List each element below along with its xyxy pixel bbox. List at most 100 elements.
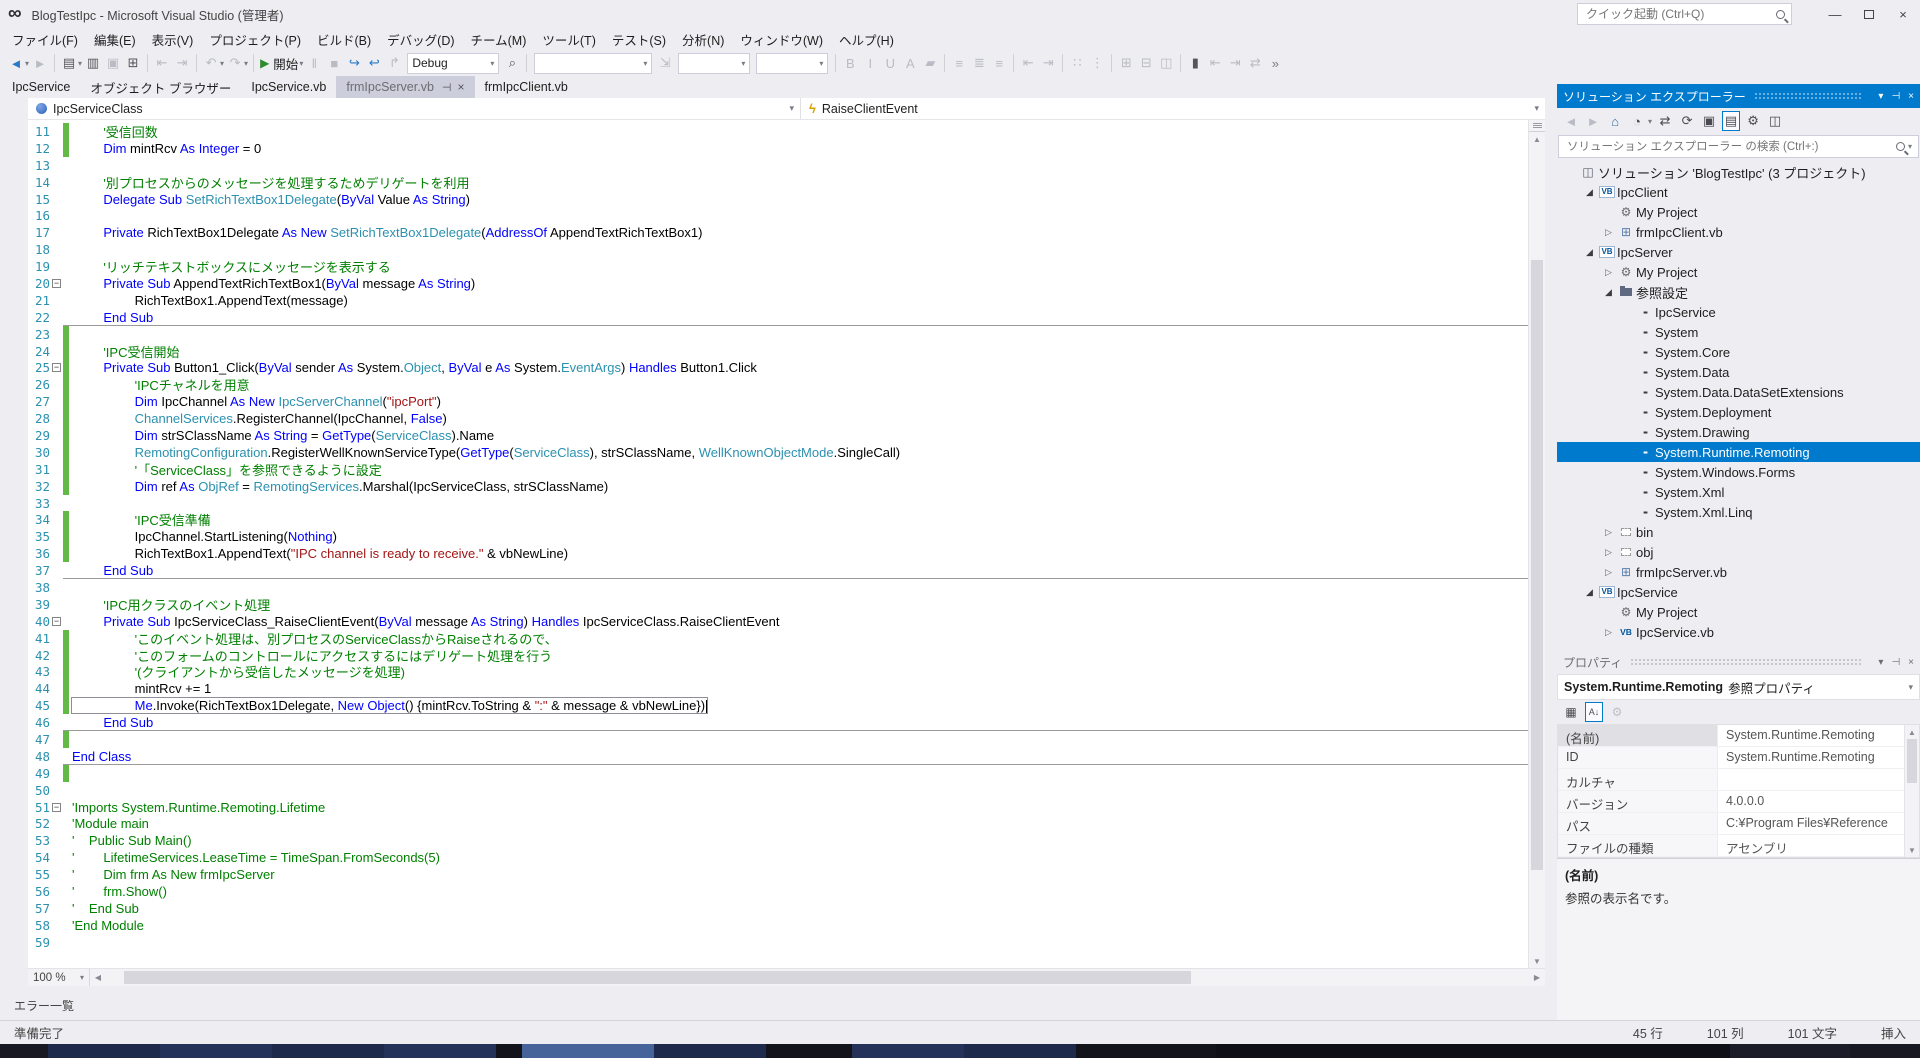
- tree-item[interactable]: ▪▪ System.Core: [1557, 342, 1920, 362]
- tab-object-browser[interactable]: オブジェクト ブラウザー: [80, 76, 241, 98]
- menu-item-help[interactable]: ヘルプ(H): [831, 28, 902, 51]
- code-line[interactable]: 15 Delegate Sub SetRichTextBox1Delegate(B…: [28, 191, 1528, 208]
- menu-item-test[interactable]: テスト(S): [604, 28, 674, 51]
- numbered-list-icon[interactable]: ⋮: [1088, 53, 1106, 73]
- tree-item[interactable]: ▪▪ System.Windows.Forms: [1557, 462, 1920, 482]
- scroll-down-arrow[interactable]: ▼: [1529, 954, 1545, 968]
- uncomment-icon[interactable]: ⇥: [173, 53, 191, 73]
- code-line[interactable]: 57 ' End Sub: [28, 900, 1528, 917]
- menu-item-file[interactable]: ファイル(F): [4, 28, 86, 51]
- taskbar-item[interactable]: [384, 1044, 496, 1058]
- start-debug-button[interactable]: ▶ 開始: [260, 54, 298, 73]
- scroll-right-arrow[interactable]: ▶: [1529, 969, 1545, 986]
- redo-icon[interactable]: ↷: [226, 53, 244, 73]
- property-row[interactable]: バージョン 4.0.0.0: [1558, 791, 1919, 813]
- menu-item-analyze[interactable]: 分析(N): [674, 28, 732, 51]
- split-editor-handle[interactable]: [1529, 120, 1545, 132]
- tree-item[interactable]: ⚙ My Project: [1557, 202, 1920, 222]
- sort-alphabetical-icon[interactable]: A↓: [1585, 702, 1603, 722]
- collapse-arrow-icon[interactable]: ◢: [1601, 287, 1616, 298]
- table-icon[interactable]: ⊞: [1117, 53, 1135, 73]
- collapse-arrow-icon[interactable]: ◢: [1582, 247, 1597, 258]
- categorize-icon[interactable]: ▦: [1562, 702, 1580, 722]
- properties-scrollbar[interactable]: ▲ ▼: [1904, 725, 1919, 857]
- code-line[interactable]: 25− Private Sub Button1_Click(ByVal sende…: [28, 359, 1528, 377]
- expand-arrow-icon[interactable]: ▷: [1601, 227, 1616, 238]
- tree-item[interactable]: ▷ ⊞ frmIpcServer.vb: [1557, 562, 1920, 582]
- menu-item-team[interactable]: チーム(M): [463, 28, 535, 51]
- tab-frmipcclient-vb[interactable]: frmIpcClient.vb: [475, 76, 578, 98]
- taskbar-item[interactable]: [522, 1044, 654, 1058]
- quick-launch-box[interactable]: [1577, 3, 1792, 25]
- solution-search-box[interactable]: ▾: [1558, 135, 1919, 158]
- expand-arrow-icon[interactable]: ▷: [1601, 527, 1616, 538]
- tree-item[interactable]: ▷ ⚙ My Project: [1557, 262, 1920, 282]
- open-file-icon[interactable]: ▥: [84, 53, 102, 73]
- close-icon[interactable]: ×: [458, 80, 465, 94]
- tree-item[interactable]: ◫ ソリューション 'BlogTestIpc' (3 プロジェクト): [1557, 162, 1920, 182]
- menu-item-tools[interactable]: ツール(T): [534, 28, 603, 51]
- property-row[interactable]: (名前) System.Runtime.Remoting: [1558, 725, 1919, 747]
- chevron-down-icon[interactable]: ▾: [25, 59, 29, 68]
- code-line[interactable]: 21 RichTextBox1.AppendText(message): [28, 292, 1528, 309]
- toolbar-overflow-icon[interactable]: »: [1266, 53, 1284, 73]
- tree-item[interactable]: ◢ 参照設定: [1557, 282, 1920, 302]
- align-right-icon[interactable]: ≡: [990, 53, 1008, 73]
- code-line[interactable]: 31 '「ServiceClass」を参照できるように設定: [28, 460, 1528, 478]
- se-refresh-icon[interactable]: ⟳: [1678, 111, 1696, 131]
- tree-item[interactable]: ▷ obj: [1557, 542, 1920, 562]
- menu-item-build[interactable]: ビルド(B): [309, 28, 379, 51]
- step-over-icon[interactable]: ↩: [365, 53, 383, 73]
- fold-margin[interactable]: −: [50, 363, 63, 373]
- code-line[interactable]: 36 RichTextBox1.AppendText("IPC channel i…: [28, 545, 1528, 563]
- code-line[interactable]: 34 'IPC受信準備: [28, 511, 1528, 528]
- code-line[interactable]: 53 ' Public Sub Main(): [28, 832, 1528, 849]
- text-color-icon[interactable]: A: [901, 53, 919, 73]
- solution-explorer-title-bar[interactable]: ソリューション エクスプローラー ▾ ⊣ ×: [1557, 84, 1920, 108]
- vertical-scrollbar[interactable]: ▲ ▼: [1528, 120, 1545, 968]
- minimize-button[interactable]: —: [1818, 2, 1852, 26]
- next-bookmark-icon[interactable]: ⇥: [1226, 53, 1244, 73]
- se-back-icon[interactable]: ◄: [1562, 111, 1580, 131]
- taskbar-item[interactable]: [766, 1044, 852, 1058]
- windows-taskbar[interactable]: [0, 1044, 1920, 1058]
- collapse-arrow-icon[interactable]: ◢: [1582, 187, 1597, 198]
- find-in-files-icon[interactable]: ⌕: [503, 53, 521, 73]
- navigate-forward-icon[interactable]: ►: [31, 53, 49, 73]
- tree-item[interactable]: ▪▪ System.Drawing: [1557, 422, 1920, 442]
- chevron-down-icon[interactable]: ▾: [299, 59, 303, 68]
- vertical-scrollbar-thumb[interactable]: [1531, 260, 1543, 870]
- menu-item-project[interactable]: プロジェクト(P): [201, 28, 309, 51]
- tree-item[interactable]: ▪▪ System.Deployment: [1557, 402, 1920, 422]
- decrease-indent-icon[interactable]: ⇤: [1019, 53, 1037, 73]
- font-size-combo[interactable]: ▾: [756, 52, 829, 74]
- error-list-tab[interactable]: エラー一覧: [6, 994, 82, 1017]
- bookmark-icon[interactable]: ▮: [1186, 53, 1204, 73]
- pause-icon[interactable]: ‖: [305, 53, 323, 73]
- tree-item[interactable]: ▷ VB IpcService.vb: [1557, 622, 1920, 642]
- property-value[interactable]: System.Runtime.Remoting: [1718, 747, 1919, 768]
- solution-search-input[interactable]: [1565, 139, 1896, 154]
- scroll-down-arrow[interactable]: ▼: [1905, 843, 1919, 857]
- code-line[interactable]: 45 Me.Invoke(RichTextBox1Delegate, New Ob…: [28, 697, 1528, 715]
- property-value[interactable]: 4.0.0.0: [1718, 791, 1919, 812]
- save-all-icon[interactable]: ⊞: [124, 53, 142, 73]
- navigate-back-icon[interactable]: ◄: [7, 53, 25, 73]
- close-icon[interactable]: ×: [1908, 91, 1914, 102]
- code-line[interactable]: 35 IpcChannel.StartListening(Nothing): [28, 528, 1528, 546]
- fold-margin[interactable]: −: [50, 616, 63, 626]
- tab-ipcservice-vb[interactable]: IpcService.vb: [241, 76, 336, 98]
- taskbar-item[interactable]: [160, 1044, 272, 1058]
- property-value[interactable]: アセンブリ: [1718, 835, 1919, 856]
- menu-item-view[interactable]: 表示(V): [144, 28, 202, 51]
- tree-item[interactable]: ◢ VB IpcServer: [1557, 242, 1920, 262]
- code-line[interactable]: 28 ChannelServices.RegisterChannel(IpcCha…: [28, 410, 1528, 428]
- zoom-control[interactable]: 100 % ▾: [28, 969, 90, 986]
- code-line[interactable]: 11 '受信回数: [28, 123, 1528, 140]
- code-line[interactable]: 24 'IPC受信開始: [28, 342, 1528, 360]
- fold-margin[interactable]: −: [50, 278, 63, 288]
- code-line[interactable]: 54 ' LifetimeServices.LeaseTime = TimeSpa…: [28, 849, 1528, 866]
- chevron-down-icon[interactable]: ▾: [1648, 117, 1652, 126]
- tree-item[interactable]: ▪▪ System.Data.DataSetExtensions: [1557, 382, 1920, 402]
- expand-arrow-icon[interactable]: ▷: [1601, 267, 1616, 278]
